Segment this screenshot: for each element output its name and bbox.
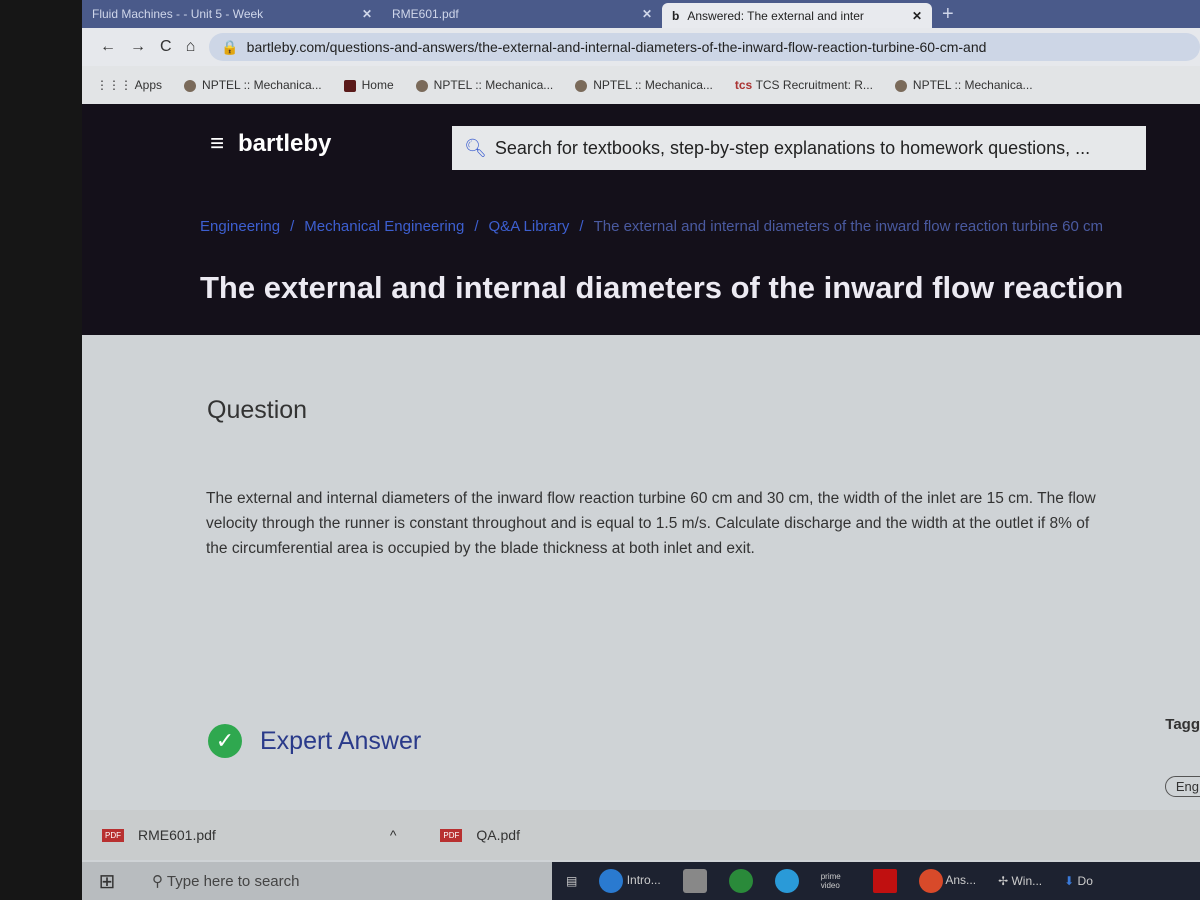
bookmark-label: NPTEL :: Mechanica... <box>593 78 713 92</box>
taskbar-search[interactable]: ⚲ Type here to search <box>152 872 299 890</box>
download-icon: ⬇ <box>1064 874 1075 888</box>
breadcrumb: Engineering / Mechanical Engineering / Q&A… <box>200 218 1103 235</box>
expert-answer-label: Expert Answer <box>260 726 422 755</box>
bookmark-item[interactable]: NPTEL :: Mechanica... <box>184 78 322 92</box>
tab-fluid-machines[interactable]: Fluid Machines - - Unit 5 - Week ✕ <box>82 2 382 26</box>
whatsapp-icon[interactable] <box>728 869 753 893</box>
site-search-input[interactable]: 🔍︎ Search for textbooks, step-by-step exp… <box>452 126 1146 170</box>
telegram-icon[interactable] <box>774 869 799 893</box>
apps-grid-icon: ⋮⋮⋮ <box>96 78 135 92</box>
search-placeholder: Search for textbooks, step-by-step expla… <box>494 137 1091 158</box>
url-text: bartleby.com/questions-and-answers/the-e… <box>246 39 987 55</box>
taskbar-app-win[interactable]: ✢ Win... <box>998 874 1042 888</box>
prime-video-icon[interactable]: prime video <box>821 872 851 890</box>
bookmark-label: NPTEL :: Mechanica... <box>433 78 554 92</box>
download-item[interactable]: QA.pdf <box>476 827 520 843</box>
close-icon[interactable]: ✕ <box>642 7 652 21</box>
site-logo[interactable]: ≡ bartleby <box>210 130 331 158</box>
tab-answered[interactable]: b Answered: The external and inter ✕ <box>662 3 932 29</box>
tab-strip: Fluid Machines - - Unit 5 - Week ✕ RME601… <box>82 0 1200 29</box>
close-icon[interactable]: ✕ <box>912 9 922 23</box>
breadcrumb-engineering[interactable]: Engineering <box>200 218 280 235</box>
bookmarks-bar: ⋮⋮⋮ Apps NPTEL :: Mechanica... Home NPTE… <box>82 66 1200 104</box>
pdf-icon: PDF <box>102 828 124 842</box>
tab-label: Fluid Machines - - Unit 5 - Week <box>92 7 264 21</box>
breadcrumb-separator: / <box>579 218 584 235</box>
reload-icon[interactable]: C <box>160 38 172 56</box>
check-icon: ✓ <box>208 724 242 758</box>
app-label: Intro... <box>626 873 661 888</box>
app-label: Win... <box>1011 874 1043 888</box>
close-icon[interactable]: ✕ <box>362 7 372 21</box>
logo-text: bartleby <box>238 130 332 157</box>
bookmark-item[interactable]: NPTEL :: Mechanica... <box>894 78 1033 92</box>
bartleby-favicon-icon: b <box>672 9 680 23</box>
breadcrumb-current: The external and internal diameters of t… <box>593 218 1103 235</box>
question-text: The external and internal diameters of t… <box>206 490 1096 557</box>
bookmark-label: TCS Recruitment: R... <box>755 78 873 92</box>
app-label: Do <box>1077 874 1093 888</box>
bookmark-item[interactable]: Home <box>343 78 394 92</box>
tab-label: Answered: The external and inter <box>687 9 864 23</box>
site-header: ≡ bartleby 🔍︎ Search for textbooks, step-b… <box>82 104 1200 335</box>
tagged-heading: Tagg <box>1165 716 1200 733</box>
menu-icon[interactable]: ≡ <box>210 130 224 158</box>
search-icon: 🔍︎ <box>464 137 487 158</box>
address-bar-row: ← → C ⌂ 🔒 bartleby.com/questions-and-answ… <box>82 28 1200 66</box>
nptel-icon <box>575 79 588 92</box>
url-input[interactable]: 🔒 bartleby.com/questions-and-answers/the-… <box>209 33 1200 61</box>
pdf-icon: PDF <box>440 828 463 842</box>
page-title: The external and internal diameters of t… <box>200 270 1124 305</box>
netflix-icon[interactable] <box>872 869 897 893</box>
tag-chip[interactable]: Eng <box>1164 776 1200 797</box>
nptel-icon <box>894 79 907 92</box>
taskbar-app-edge[interactable]: Intro... <box>599 869 661 893</box>
tab-rme601[interactable]: RME601.pdf ✕ <box>382 2 662 26</box>
breadcrumb-mechanical[interactable]: Mechanical Engineering <box>304 218 464 235</box>
bookmark-label: NPTEL :: Mechanica... <box>912 78 1033 92</box>
bookmark-label: Home <box>361 78 394 92</box>
chrome-icon <box>918 869 943 893</box>
downloads-bar: PDF RME601.pdf ^ PDF QA.pdf <box>82 810 1200 860</box>
taskbar-app-download[interactable]: ⬇ Do <box>1064 874 1093 888</box>
windows-start-icon[interactable]: ⊞ <box>82 869 132 894</box>
taskbar-apps: ▤ Intro... prime video Ans... ✢ Win... ⬇… <box>552 862 1200 900</box>
tab-label: RME601.pdf <box>392 7 459 21</box>
app-label: Ans... <box>945 873 977 888</box>
breadcrumb-separator: / <box>290 218 295 235</box>
bookmark-apps[interactable]: ⋮⋮⋮ Apps <box>96 78 162 92</box>
download-item[interactable]: RME601.pdf <box>138 827 216 843</box>
edge-icon <box>599 869 624 893</box>
taskbar-app-chrome[interactable]: Ans... <box>918 869 977 893</box>
bookmark-icon <box>343 79 356 92</box>
bookmark-item[interactable]: NPTEL :: Mechanica... <box>575 78 713 92</box>
screen: Fluid Machines - - Unit 5 - Week ✕ RME601… <box>82 0 1200 900</box>
taskbar-search-placeholder: Type here to search <box>166 873 300 890</box>
nptel-icon <box>415 79 428 92</box>
monitor-bezel <box>0 0 82 900</box>
chevron-up-icon[interactable]: ^ <box>390 827 397 843</box>
bookmark-item[interactable]: tcs TCS Recruitment: R... <box>735 78 873 92</box>
bookmark-label: NPTEL :: Mechanica... <box>202 78 322 92</box>
expert-answer-heading: ✓ Expert Answer <box>208 724 421 758</box>
task-view-icon[interactable]: ▤ <box>566 874 577 888</box>
breadcrumb-qa-library[interactable]: Q&A Library <box>489 218 570 235</box>
store-icon[interactable] <box>682 869 707 893</box>
nptel-icon <box>184 79 197 92</box>
lock-icon: 🔒 <box>221 38 239 55</box>
bookmark-item[interactable]: NPTEL :: Mechanica... <box>415 78 554 92</box>
bookmark-label: Apps <box>134 78 163 92</box>
back-icon[interactable]: ← <box>100 38 116 56</box>
new-tab-button[interactable]: + <box>932 2 964 26</box>
home-icon[interactable]: ⌂ <box>186 38 196 56</box>
question-heading: Question <box>207 396 308 424</box>
tcs-icon: tcs <box>734 78 756 92</box>
forward-icon[interactable]: → <box>130 38 146 56</box>
breadcrumb-separator: / <box>474 218 479 235</box>
